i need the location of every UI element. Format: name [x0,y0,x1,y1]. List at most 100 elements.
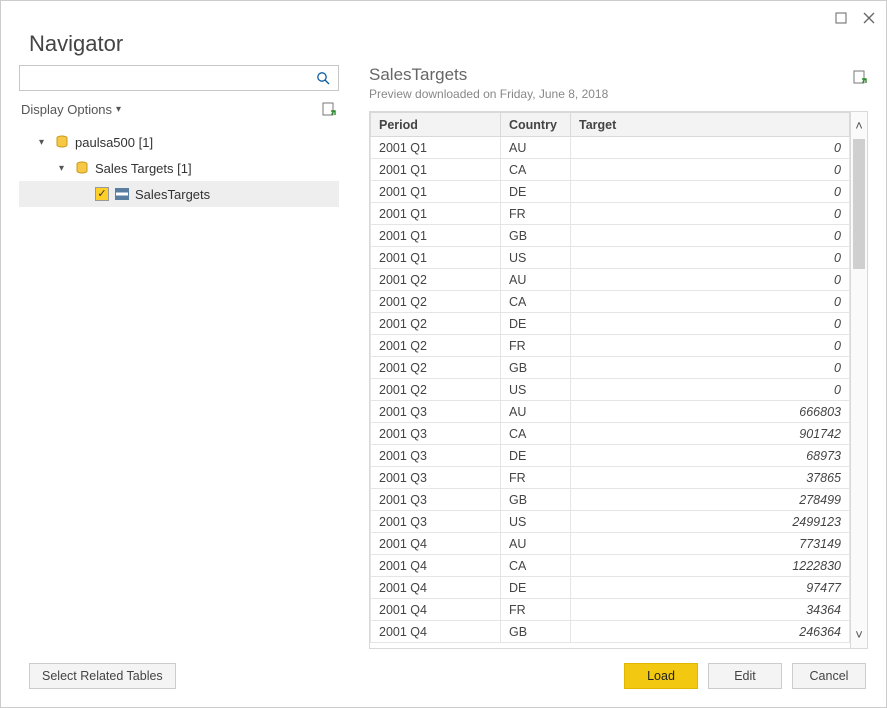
cell-target: 0 [571,159,850,181]
tree-node-folder[interactable]: ▾ Sales Targets [1] [19,155,339,181]
preview-grid-wrap: Period Country Target 2001 Q1AU02001 Q1C… [369,111,868,649]
scroll-down-icon[interactable]: ˅ [855,621,863,648]
cell-period: 2001 Q3 [371,489,501,511]
table-row[interactable]: 2001 Q4GB246364 [371,621,850,643]
table-row[interactable]: 2001 Q2AU0 [371,269,850,291]
table-row[interactable]: 2001 Q2US0 [371,379,850,401]
cell-period: 2001 Q4 [371,577,501,599]
cell-period: 2001 Q2 [371,291,501,313]
cell-country: US [501,511,571,533]
cell-period: 2001 Q2 [371,269,501,291]
table-row[interactable]: 2001 Q1FR0 [371,203,850,225]
cell-country: GB [501,225,571,247]
cancel-button[interactable]: Cancel [792,663,866,689]
column-header-period[interactable]: Period [371,113,501,137]
cell-country: GB [501,489,571,511]
cell-target: 773149 [571,533,850,555]
display-options-row: Display Options ▾ [19,91,339,125]
table-icon [115,188,129,200]
navigator-dialog: Navigator Display Options ▾ [0,0,887,708]
cell-country: GB [501,357,571,379]
table-row[interactable]: 2001 Q3DE68973 [371,445,850,467]
checkbox-checked-icon[interactable]: ✓ [95,187,109,201]
cell-period: 2001 Q3 [371,511,501,533]
cell-country: DE [501,313,571,335]
cell-country: CA [501,423,571,445]
edit-button[interactable]: Edit [708,663,782,689]
cell-period: 2001 Q4 [371,555,501,577]
search-box[interactable] [19,65,339,91]
cell-country: AU [501,401,571,423]
table-row[interactable]: 2001 Q1GB0 [371,225,850,247]
load-button[interactable]: Load [624,663,698,689]
table-row[interactable]: 2001 Q2CA0 [371,291,850,313]
table-row[interactable]: 2001 Q3GB278499 [371,489,850,511]
cell-target: 0 [571,203,850,225]
preview-grid[interactable]: Period Country Target 2001 Q1AU02001 Q1C… [369,111,850,649]
table-row[interactable]: 2001 Q1DE0 [371,181,850,203]
maximize-button[interactable] [834,11,848,25]
preview-title: SalesTargets [369,65,608,85]
table-row[interactable]: 2001 Q4FR34364 [371,599,850,621]
dialog-body: Display Options ▾ ▾ paulsa500 [1] ▾ [1,65,886,649]
cell-country: CA [501,291,571,313]
cell-target: 278499 [571,489,850,511]
preview-subtitle: Preview downloaded on Friday, June 8, 20… [369,87,608,101]
caret-down-icon: ▾ [59,163,69,174]
display-options-dropdown[interactable]: Display Options ▾ [21,102,121,117]
cell-period: 2001 Q2 [371,313,501,335]
cell-target: 34364 [571,599,850,621]
cell-country: US [501,247,571,269]
table-row[interactable]: 2001 Q2GB0 [371,357,850,379]
cell-target: 0 [571,357,850,379]
tree-node-label: SalesTargets [135,187,210,202]
table-row[interactable]: 2001 Q3CA901742 [371,423,850,445]
cell-period: 2001 Q3 [371,401,501,423]
cell-country: CA [501,555,571,577]
vertical-scrollbar[interactable]: ˄ ˅ [850,111,868,649]
chevron-down-icon: ▾ [116,104,121,115]
table-row[interactable]: 2001 Q1AU0 [371,137,850,159]
table-row[interactable]: 2001 Q2DE0 [371,313,850,335]
cell-period: 2001 Q1 [371,159,501,181]
cell-target: 0 [571,137,850,159]
table-row[interactable]: 2001 Q4CA1222830 [371,555,850,577]
cell-target: 0 [571,247,850,269]
cell-period: 2001 Q4 [371,599,501,621]
navigation-tree: ▾ paulsa500 [1] ▾ Sales Targets [1] ▾ ✓ [19,125,339,649]
cell-country: DE [501,181,571,203]
cell-target: 0 [571,269,850,291]
dialog-footer: Select Related Tables Load Edit Cancel [1,649,886,707]
table-row[interactable]: 2001 Q3US2499123 [371,511,850,533]
scrollbar-thumb[interactable] [853,139,865,269]
close-button[interactable] [862,11,876,25]
window-titlebar [1,1,886,29]
search-icon[interactable] [308,71,338,85]
table-row[interactable]: 2001 Q3FR37865 [371,467,850,489]
table-row[interactable]: 2001 Q2FR0 [371,335,850,357]
search-input[interactable] [20,71,308,86]
scrollbar-track[interactable] [851,139,867,621]
column-header-country[interactable]: Country [501,113,571,137]
refresh-icon[interactable] [321,101,337,117]
cell-period: 2001 Q2 [371,379,501,401]
folder-icon [75,161,89,175]
table-row[interactable]: 2001 Q4AU773149 [371,533,850,555]
table-row[interactable]: 2001 Q3AU666803 [371,401,850,423]
tree-node-database[interactable]: ▾ paulsa500 [1] [19,129,339,155]
cell-period: 2001 Q3 [371,467,501,489]
cell-target: 666803 [571,401,850,423]
table-row[interactable]: 2001 Q1US0 [371,247,850,269]
table-row[interactable]: 2001 Q1CA0 [371,159,850,181]
scroll-up-icon[interactable]: ˄ [855,112,863,139]
select-related-tables-button[interactable]: Select Related Tables [29,663,176,689]
table-row[interactable]: 2001 Q4DE97477 [371,577,850,599]
dialog-title: Navigator [1,29,886,65]
tree-node-table[interactable]: ▾ ✓ SalesTargets [19,181,339,207]
cell-country: CA [501,159,571,181]
column-header-target[interactable]: Target [571,113,850,137]
preview-pane: SalesTargets Preview downloaded on Frida… [349,65,868,649]
refresh-preview-icon[interactable] [852,65,868,85]
cell-period: 2001 Q1 [371,247,501,269]
cell-country: AU [501,137,571,159]
